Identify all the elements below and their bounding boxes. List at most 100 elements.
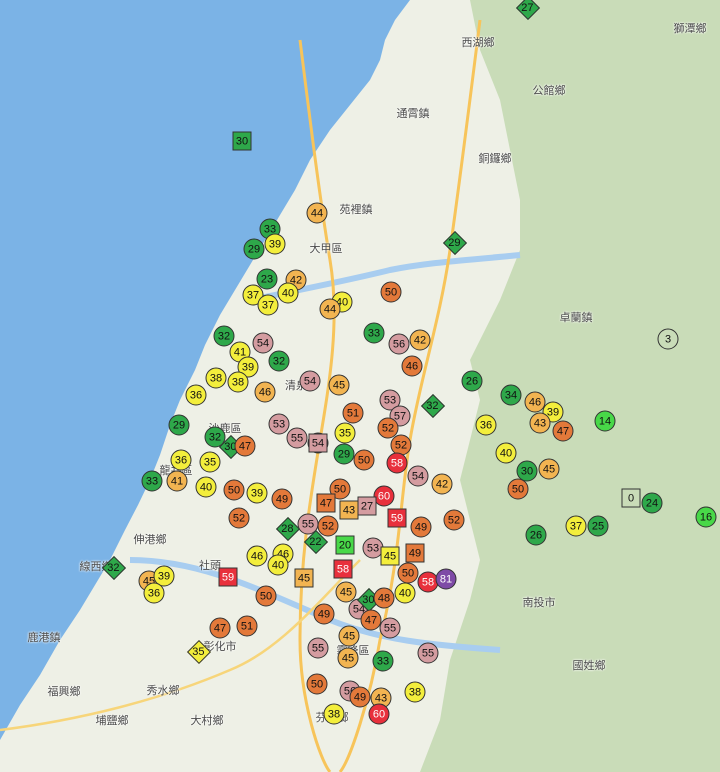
sensor-marker[interactable]: 45: [294, 568, 314, 588]
sensor-marker[interactable]: 32: [268, 350, 290, 372]
sensor-marker[interactable]: 45: [380, 546, 400, 566]
sensor-marker[interactable]: 50: [353, 449, 375, 471]
sensor-marker[interactable]: 36: [475, 414, 497, 436]
sensor-marker[interactable]: 45: [338, 625, 360, 647]
sensor-marker[interactable]: 50: [507, 478, 529, 500]
sensor-marker[interactable]: 54: [407, 465, 429, 487]
sensor-marker[interactable]: 50: [380, 281, 402, 303]
sensor-marker[interactable]: 25: [587, 515, 609, 537]
sensor-marker[interactable]: 33: [363, 322, 385, 344]
sensor-marker[interactable]: 44: [306, 202, 328, 224]
sensor-marker[interactable]: 45: [538, 458, 560, 480]
sensor-marker[interactable]: 46: [254, 381, 276, 403]
sensor-marker[interactable]: 29: [333, 443, 355, 465]
sensor-marker[interactable]: 16: [695, 506, 717, 528]
sensor-marker[interactable]: 49: [349, 686, 371, 708]
sensor-marker[interactable]: 30: [232, 131, 252, 151]
sensor-marker[interactable]: 47: [209, 617, 231, 639]
sensor-marker[interactable]: 46: [401, 355, 423, 377]
sensor-value: 46: [250, 550, 264, 562]
sensor-marker[interactable]: 52: [228, 507, 250, 529]
sensor-marker[interactable]: 38: [404, 681, 426, 703]
sensor-marker[interactable]: 51: [236, 615, 258, 637]
sensor-marker[interactable]: 49: [271, 488, 293, 510]
sensor-marker[interactable]: 34: [500, 384, 522, 406]
sensor-marker[interactable]: 40: [495, 442, 517, 464]
sensor-marker[interactable]: 40: [277, 282, 299, 304]
sensor-marker[interactable]: 59: [387, 508, 407, 528]
sensor-marker[interactable]: 47: [360, 609, 382, 631]
sensor-marker[interactable]: 35: [334, 422, 356, 444]
sensor-marker[interactable]: 14: [594, 410, 616, 432]
sensor-marker[interactable]: 36: [143, 582, 165, 604]
sensor-marker[interactable]: 60: [373, 485, 395, 507]
sensor-marker[interactable]: 45: [328, 374, 350, 396]
sensor-marker[interactable]: 60: [368, 703, 390, 725]
sensor-marker[interactable]: 50: [223, 479, 245, 501]
sensor-marker[interactable]: 36: [185, 384, 207, 406]
sensor-marker[interactable]: 56: [388, 333, 410, 355]
sensor-marker[interactable]: 50: [306, 673, 328, 695]
sensor-marker[interactable]: 38: [227, 371, 249, 393]
sensor-marker[interactable]: 26: [525, 524, 547, 546]
sensor-marker[interactable]: 59: [218, 567, 238, 587]
sensor-marker[interactable]: 81: [435, 568, 457, 590]
sensor-marker[interactable]: 54: [299, 370, 321, 392]
sensor-marker[interactable]: 51: [342, 402, 364, 424]
sensor-marker[interactable]: 46: [246, 545, 268, 567]
map-view[interactable]: 西湖鄉獅潭鄉公館鄉通霄鎮銅鑼鄉苑裡鎮大甲區卓蘭鎮清泉沙鹿區龍井區伸港鄉線西鄉鹿港…: [0, 0, 720, 772]
sensor-marker[interactable]: 52: [443, 509, 465, 531]
sensor-marker[interactable]: 55: [417, 642, 439, 664]
sensor-marker[interactable]: 54: [308, 433, 328, 453]
sensor-value: 81: [439, 573, 453, 585]
sensor-marker[interactable]: 40: [394, 582, 416, 604]
sensor-marker[interactable]: 38: [205, 367, 227, 389]
sensor-marker[interactable]: 38: [323, 703, 345, 725]
sensor-marker[interactable]: 20: [335, 535, 355, 555]
sensor-marker[interactable]: 3: [657, 328, 679, 350]
sensor-marker[interactable]: 43: [529, 412, 551, 434]
sensor-marker[interactable]: 33: [372, 650, 394, 672]
sensor-marker[interactable]: 40: [267, 554, 289, 576]
sensor-marker[interactable]: 50: [255, 585, 277, 607]
sensor-marker[interactable]: 29: [168, 414, 190, 436]
sensor-marker[interactable]: 55: [379, 617, 401, 639]
sensor-marker[interactable]: 44: [319, 298, 341, 320]
sensor-marker[interactable]: 27: [357, 496, 377, 516]
sensor-marker[interactable]: 52: [317, 515, 339, 537]
sensor-marker[interactable]: 47: [316, 493, 336, 513]
sensor-marker[interactable]: 33: [141, 470, 163, 492]
sensor-marker[interactable]: 39: [246, 482, 268, 504]
sensor-marker[interactable]: 45: [337, 647, 359, 669]
sensor-marker[interactable]: 58: [386, 452, 408, 474]
sensor-marker[interactable]: 47: [552, 420, 574, 442]
sensor-marker[interactable]: 42: [409, 329, 431, 351]
sensor-marker[interactable]: 39: [264, 233, 286, 255]
sensor-marker[interactable]: 40: [195, 476, 217, 498]
sensor-marker[interactable]: 43: [339, 500, 359, 520]
sensor-marker[interactable]: 37: [257, 294, 279, 316]
sensor-marker[interactable]: 24: [641, 492, 663, 514]
sensor-marker[interactable]: 48: [373, 587, 395, 609]
sensor-marker[interactable]: 49: [410, 516, 432, 538]
sensor-marker[interactable]: 36: [170, 449, 192, 471]
sensor-marker[interactable]: 26: [461, 370, 483, 392]
sensor-marker[interactable]: 49: [313, 603, 335, 625]
sensor-value: 50: [401, 567, 415, 579]
sensor-marker[interactable]: 55: [286, 427, 308, 449]
sensor-marker[interactable]: 42: [431, 473, 453, 495]
sensor-marker[interactable]: 55: [307, 637, 329, 659]
sensor-marker[interactable]: 29: [243, 238, 265, 260]
sensor-marker[interactable]: 32: [213, 325, 235, 347]
sensor-marker[interactable]: 41: [166, 470, 188, 492]
sensor-marker[interactable]: 47: [234, 435, 256, 457]
sensor-marker[interactable]: 54: [252, 332, 274, 354]
sensor-marker[interactable]: 0: [621, 488, 641, 508]
sensor-marker[interactable]: 50: [397, 562, 419, 584]
sensor-marker[interactable]: 49: [405, 543, 425, 563]
sensor-marker[interactable]: 35: [199, 451, 221, 473]
sensor-value: 53: [383, 394, 397, 406]
sensor-marker[interactable]: 58: [333, 559, 353, 579]
sensor-marker[interactable]: 53: [268, 413, 290, 435]
sensor-marker[interactable]: 37: [565, 515, 587, 537]
